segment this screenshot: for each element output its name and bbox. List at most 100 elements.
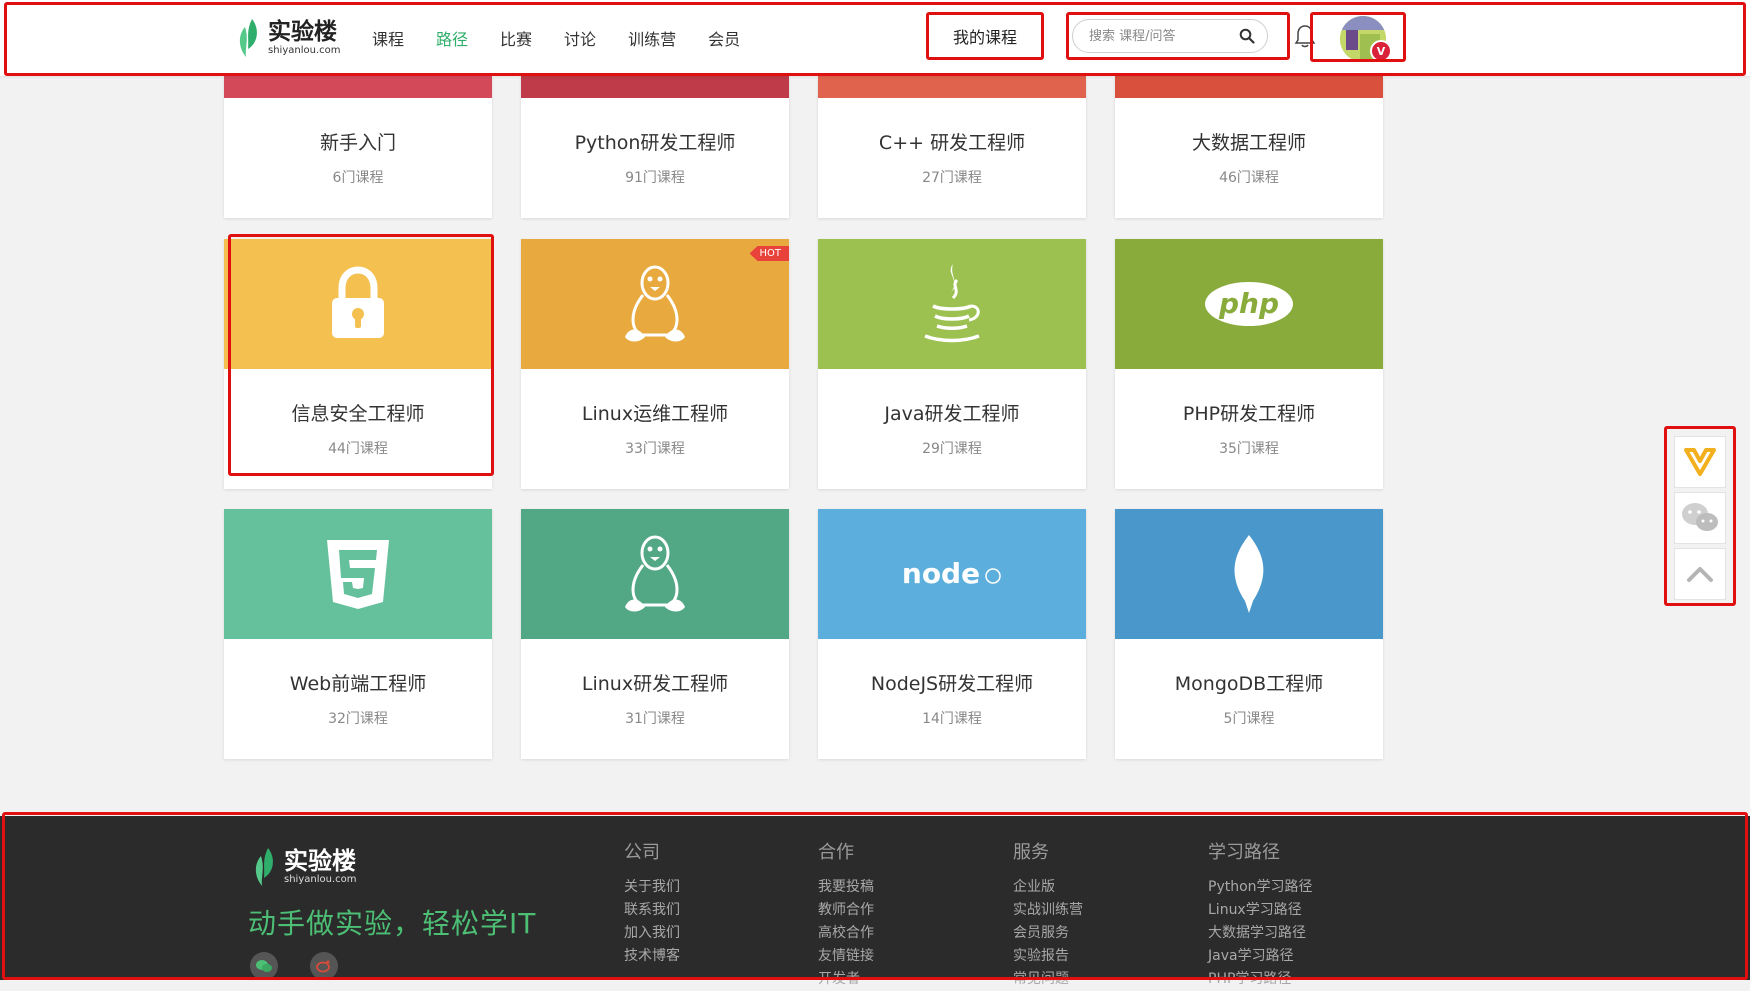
footer-link[interactable]: 技术博客 (624, 945, 680, 968)
screen: 实验楼 shiyanlou.com 课程 路径 比赛 讨论 训练营 会员 我的课… (0, 0, 1750, 987)
vip-button[interactable] (1674, 436, 1726, 488)
footer-link[interactable]: 友情链接 (818, 945, 874, 968)
card-course-count: 6门课程 (332, 170, 384, 186)
weibo-icon (316, 960, 330, 973)
footer-weibo-button[interactable] (310, 952, 338, 980)
path-card-bigdata[interactable]: 大数据工程师 46门课程 (1115, 76, 1383, 218)
footer-wechat-button[interactable] (250, 952, 278, 980)
footer-link[interactable]: 我要投稿 (818, 876, 874, 899)
footer-column-learning-paths: 学习路径 Python学习路径 Linux学习路径 大数据学习路径 Java学习… (1208, 838, 1313, 991)
footer-link[interactable]: 高校合作 (818, 922, 874, 945)
bell-icon[interactable] (1294, 24, 1316, 48)
card-banner (224, 76, 492, 98)
main-nav: 课程 路径 比赛 讨论 训练营 会员 (372, 0, 772, 76)
card-banner: HOT (521, 239, 789, 369)
search-box (1072, 19, 1268, 53)
hot-badge: HOT (749, 246, 789, 261)
card-course-count: 14门课程 (922, 711, 982, 727)
nav-discussions[interactable]: 讨论 (564, 26, 596, 50)
card-title: Linux研发工程师 (581, 673, 729, 695)
card-title: 大数据工程师 (1191, 132, 1306, 154)
search-icon[interactable] (1239, 28, 1255, 44)
wechat-button[interactable] (1674, 492, 1726, 544)
path-card-linux-dev[interactable]: Linux研发工程师 31门课程 (521, 509, 789, 759)
card-title: PHP研发工程师 (1182, 403, 1316, 425)
card-title: Java研发工程师 (884, 403, 1020, 425)
card-course-count: 32门课程 (328, 711, 388, 727)
footer-logo-domain: shiyanlou.com (284, 874, 357, 885)
footer-link[interactable]: 实战训练营 (1013, 899, 1083, 922)
card-banner (1115, 76, 1383, 98)
search-input[interactable] (1087, 27, 1241, 45)
card-banner (224, 509, 492, 639)
java-icon (924, 264, 980, 343)
path-card-php[interactable]: php PHP研发工程师 35门课程 (1115, 239, 1383, 489)
nav-membership[interactable]: 会员 (708, 26, 740, 50)
site-logo[interactable]: 实验楼 shiyanlou.com (236, 14, 340, 62)
footer-column-cooperation: 合作 我要投稿 教师合作 高校合作 友情链接 开发者 (818, 838, 874, 991)
lock-icon (332, 266, 384, 338)
footer-column-title: 学习路径 (1208, 842, 1280, 863)
site-footer: 实验楼 shiyanlou.com 动手做实验，轻松学IT 公司 关于我们 联系… (0, 816, 1750, 987)
footer-link[interactable]: 教师合作 (818, 899, 874, 922)
path-card-web-frontend[interactable]: Web前端工程师 32门课程 (224, 509, 492, 759)
card-course-count: 46门课程 (1219, 170, 1279, 186)
path-card-security[interactable]: 信息安全工程师 44门课程 (224, 239, 492, 489)
my-courses-link[interactable]: 我的课程 (930, 14, 1040, 58)
card-course-count: 5门课程 (1223, 711, 1275, 727)
footer-link[interactable]: Linux学习路径 (1208, 899, 1313, 922)
nav-courses[interactable]: 课程 (372, 26, 404, 50)
card-title: Python研发工程师 (574, 132, 736, 154)
footer-link[interactable]: 实验报告 (1013, 945, 1083, 968)
footer-link[interactable]: 会员服务 (1013, 922, 1083, 945)
card-banner (818, 76, 1086, 98)
path-card-mongodb[interactable]: MongoDB工程师 5门课程 (1115, 509, 1383, 759)
footer-link[interactable]: Java学习路径 (1208, 945, 1313, 968)
footer-link[interactable]: Python学习路径 (1208, 876, 1313, 899)
card-title: MongoDB工程师 (1174, 673, 1324, 695)
footer-link[interactable]: 大数据学习路径 (1208, 922, 1313, 945)
card-course-count: 44门课程 (328, 441, 388, 457)
footer-link[interactable]: 联系我们 (624, 899, 680, 922)
top-header: 实验楼 shiyanlou.com 课程 路径 比赛 讨论 训练营 会员 我的课… (0, 0, 1750, 76)
path-card-linux-ops[interactable]: HOT Linux运维工程师 33门课程 (521, 239, 789, 489)
path-card-cpp[interactable]: C++ 研发工程师 27门课程 (818, 76, 1086, 218)
footer-column-services: 服务 企业版 实战训练营 会员服务 实验报告 常见问题 (1013, 838, 1083, 991)
card-title: Linux运维工程师 (581, 403, 729, 425)
footer-link[interactable]: 加入我们 (624, 922, 680, 945)
footer-link[interactable]: 关于我们 (624, 876, 680, 899)
card-banner: php (1115, 239, 1383, 369)
vip-icon (1684, 448, 1716, 476)
path-card-java[interactable]: Java研发工程师 29门课程 (818, 239, 1086, 489)
card-course-count: 35门课程 (1219, 441, 1279, 457)
back-to-top-button[interactable] (1674, 548, 1726, 600)
nav-contests[interactable]: 比赛 (500, 26, 532, 50)
html5-icon (327, 540, 389, 609)
nav-paths[interactable]: 路径 (436, 26, 468, 50)
footer-link[interactable]: 企业版 (1013, 876, 1083, 899)
card-course-count: 27门课程 (922, 170, 982, 186)
php-icon-text: php (1218, 287, 1279, 320)
path-card-nodejs[interactable]: node NodeJS研发工程师 14门课程 (818, 509, 1086, 759)
mongodb-leaf-icon (1234, 535, 1264, 613)
footer-column-title: 合作 (818, 842, 854, 863)
footer-logo[interactable]: 实验楼 shiyanlou.com (252, 846, 356, 888)
penguin-icon (625, 535, 685, 612)
leaf-logo-icon (255, 848, 273, 886)
card-course-count: 31门课程 (625, 711, 685, 727)
path-card-python[interactable]: Python研发工程师 91门课程 (521, 76, 789, 218)
nav-bootcamp[interactable]: 训练营 (628, 26, 676, 50)
chevron-up-icon (1687, 567, 1713, 582)
nodejs-icon-text: node (902, 557, 980, 590)
footer-column-title: 服务 (1013, 842, 1049, 863)
card-title: 新手入门 (319, 132, 396, 154)
path-card-beginner[interactable]: 新手入门 6门课程 (224, 76, 492, 218)
php-icon: php (1205, 282, 1293, 326)
logo-domain: shiyanlou.com (268, 45, 341, 56)
footer-logo-name: 实验楼 (284, 847, 356, 875)
card-banner: node (818, 509, 1086, 639)
nodejs-icon: node (902, 557, 1001, 590)
card-banner (224, 239, 492, 369)
footer-column-title: 公司 (624, 842, 660, 863)
card-course-count: 33门课程 (625, 441, 685, 457)
